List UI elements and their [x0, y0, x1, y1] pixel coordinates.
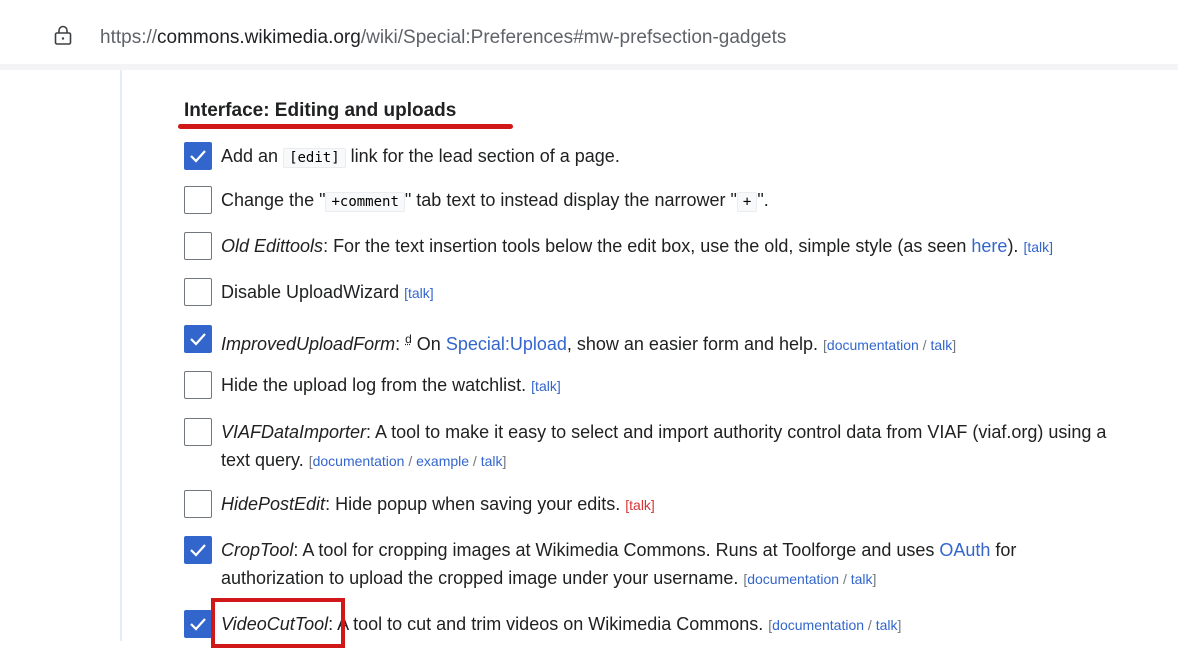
bracket: ]	[502, 453, 507, 469]
separator: /	[404, 453, 417, 469]
default-marker: d	[405, 332, 412, 346]
bracket: ]	[897, 617, 902, 633]
oauth-link[interactable]: OAuth	[939, 540, 990, 560]
talk-link[interactable]: [talk]	[404, 285, 434, 301]
option-text: " tab text to instead display the narrow…	[404, 190, 737, 210]
checkmark-icon	[190, 618, 206, 631]
checkbox-edit-lead[interactable]	[184, 142, 212, 170]
documentation-link[interactable]: documentation	[747, 571, 839, 587]
separator: /	[918, 337, 931, 353]
option-text: : Hide popup when saving your edits.	[325, 494, 626, 514]
checkbox-hide-post-edit[interactable]	[184, 490, 212, 518]
url-host: commons.wikimedia.org	[157, 27, 361, 48]
option-text: On	[411, 334, 446, 354]
highlight-underline	[178, 124, 513, 129]
option-label[interactable]: HidePostEdit: Hide popup when saving you…	[221, 490, 655, 519]
separator: /	[839, 571, 851, 587]
option-label[interactable]: Old Edittools: For the text insertion to…	[221, 232, 1053, 261]
bracket: ]	[872, 571, 877, 587]
option-label[interactable]: Hide the upload log from the watchlist. …	[221, 371, 561, 400]
documentation-link[interactable]: documentation	[313, 453, 405, 469]
option-text: link for the lead section of a page.	[345, 146, 620, 166]
section-heading: Interface: Editing and uploads	[184, 100, 457, 121]
content-left-border	[120, 70, 122, 641]
browser-address-bar[interactable]: https://commons.wikimedia.org/wiki/Speci…	[0, 0, 1178, 70]
option-text: :	[395, 334, 401, 354]
gadget-name: HidePostEdit	[221, 494, 326, 514]
checkmark-icon	[190, 150, 206, 163]
checkbox-comment-tab[interactable]	[184, 186, 212, 214]
option-text: ).	[1007, 236, 1024, 256]
checkbox-hide-upload-log[interactable]	[184, 371, 212, 399]
talk-link[interactable]: [talk]	[531, 378, 561, 394]
special-upload-link[interactable]: Special:Upload	[446, 334, 567, 354]
talk-redlink[interactable]: [talk]	[625, 497, 655, 513]
documentation-link[interactable]: documentation	[827, 337, 919, 353]
checkbox-videocuttool[interactable]	[184, 610, 212, 638]
talk-link[interactable]: talk	[930, 337, 952, 353]
toolbar-divider	[0, 64, 1178, 70]
talk-link[interactable]: talk	[481, 453, 503, 469]
option-label[interactable]: Add an [edit] link for the lead section …	[221, 142, 620, 172]
option-text: : For the text insertion tools below the…	[323, 236, 972, 256]
option-text: : A tool to cut and trim videos on Wikim…	[328, 614, 769, 634]
talk-link[interactable]: talk	[876, 617, 898, 633]
url-path: /wiki/Special:Preferences#mw-prefsection…	[360, 27, 787, 48]
gadget-name: Old Edittools	[221, 236, 324, 256]
option-label[interactable]: ImprovedUploadForm: d On Special:Upload,…	[221, 325, 956, 359]
checkmark-icon	[190, 333, 206, 346]
option-label[interactable]: CropTool: A tool for cropping images at …	[221, 536, 1121, 593]
lock-icon[interactable]	[54, 25, 72, 45]
option-text: : A tool for cropping images at Wikimedi…	[293, 540, 940, 560]
checkbox-viaf-data-importer[interactable]	[184, 418, 212, 446]
url-scheme: https://	[100, 27, 158, 48]
talk-link[interactable]: [talk]	[1023, 239, 1053, 255]
checkmark-icon	[190, 544, 206, 557]
documentation-link[interactable]: documentation	[772, 617, 864, 633]
option-text: ".	[757, 190, 769, 210]
option-text: Add an	[221, 146, 284, 166]
gadget-name: CropTool	[221, 540, 294, 560]
gadget-name: VIAFDataImporter	[221, 422, 367, 442]
option-text: Disable UploadWizard	[221, 282, 405, 302]
code-snippet: [edit]	[283, 148, 346, 168]
checkbox-improved-upload-form[interactable]	[184, 325, 212, 353]
checkbox-croptool[interactable]	[184, 536, 212, 564]
option-text: Hide the upload log from the watchlist.	[221, 375, 532, 395]
example-link[interactable]: example	[416, 453, 469, 469]
checkbox-old-edittools[interactable]	[184, 232, 212, 260]
option-text: , show an easier form and help.	[566, 334, 824, 354]
here-link[interactable]: here	[971, 236, 1007, 256]
code-snippet: +comment	[325, 192, 405, 212]
option-text: Change the "	[221, 190, 326, 210]
code-snippet: +	[736, 192, 758, 212]
url-text[interactable]: https://commons.wikimedia.org/wiki/Speci…	[100, 27, 786, 49]
option-label[interactable]: Change the " +comment " tab text to instea…	[221, 186, 769, 216]
gadget-name: ImprovedUploadForm	[221, 334, 396, 354]
bracket: ]	[952, 337, 957, 353]
talk-link[interactable]: talk	[851, 571, 873, 587]
option-label[interactable]: Disable UploadWizard [talk]	[221, 278, 434, 307]
checkbox-disable-uploadwizard[interactable]	[184, 278, 212, 306]
option-label[interactable]: VIAFDataImporter: A tool to make it easy…	[221, 418, 1121, 475]
separator: /	[864, 617, 876, 633]
separator: /	[469, 453, 481, 469]
